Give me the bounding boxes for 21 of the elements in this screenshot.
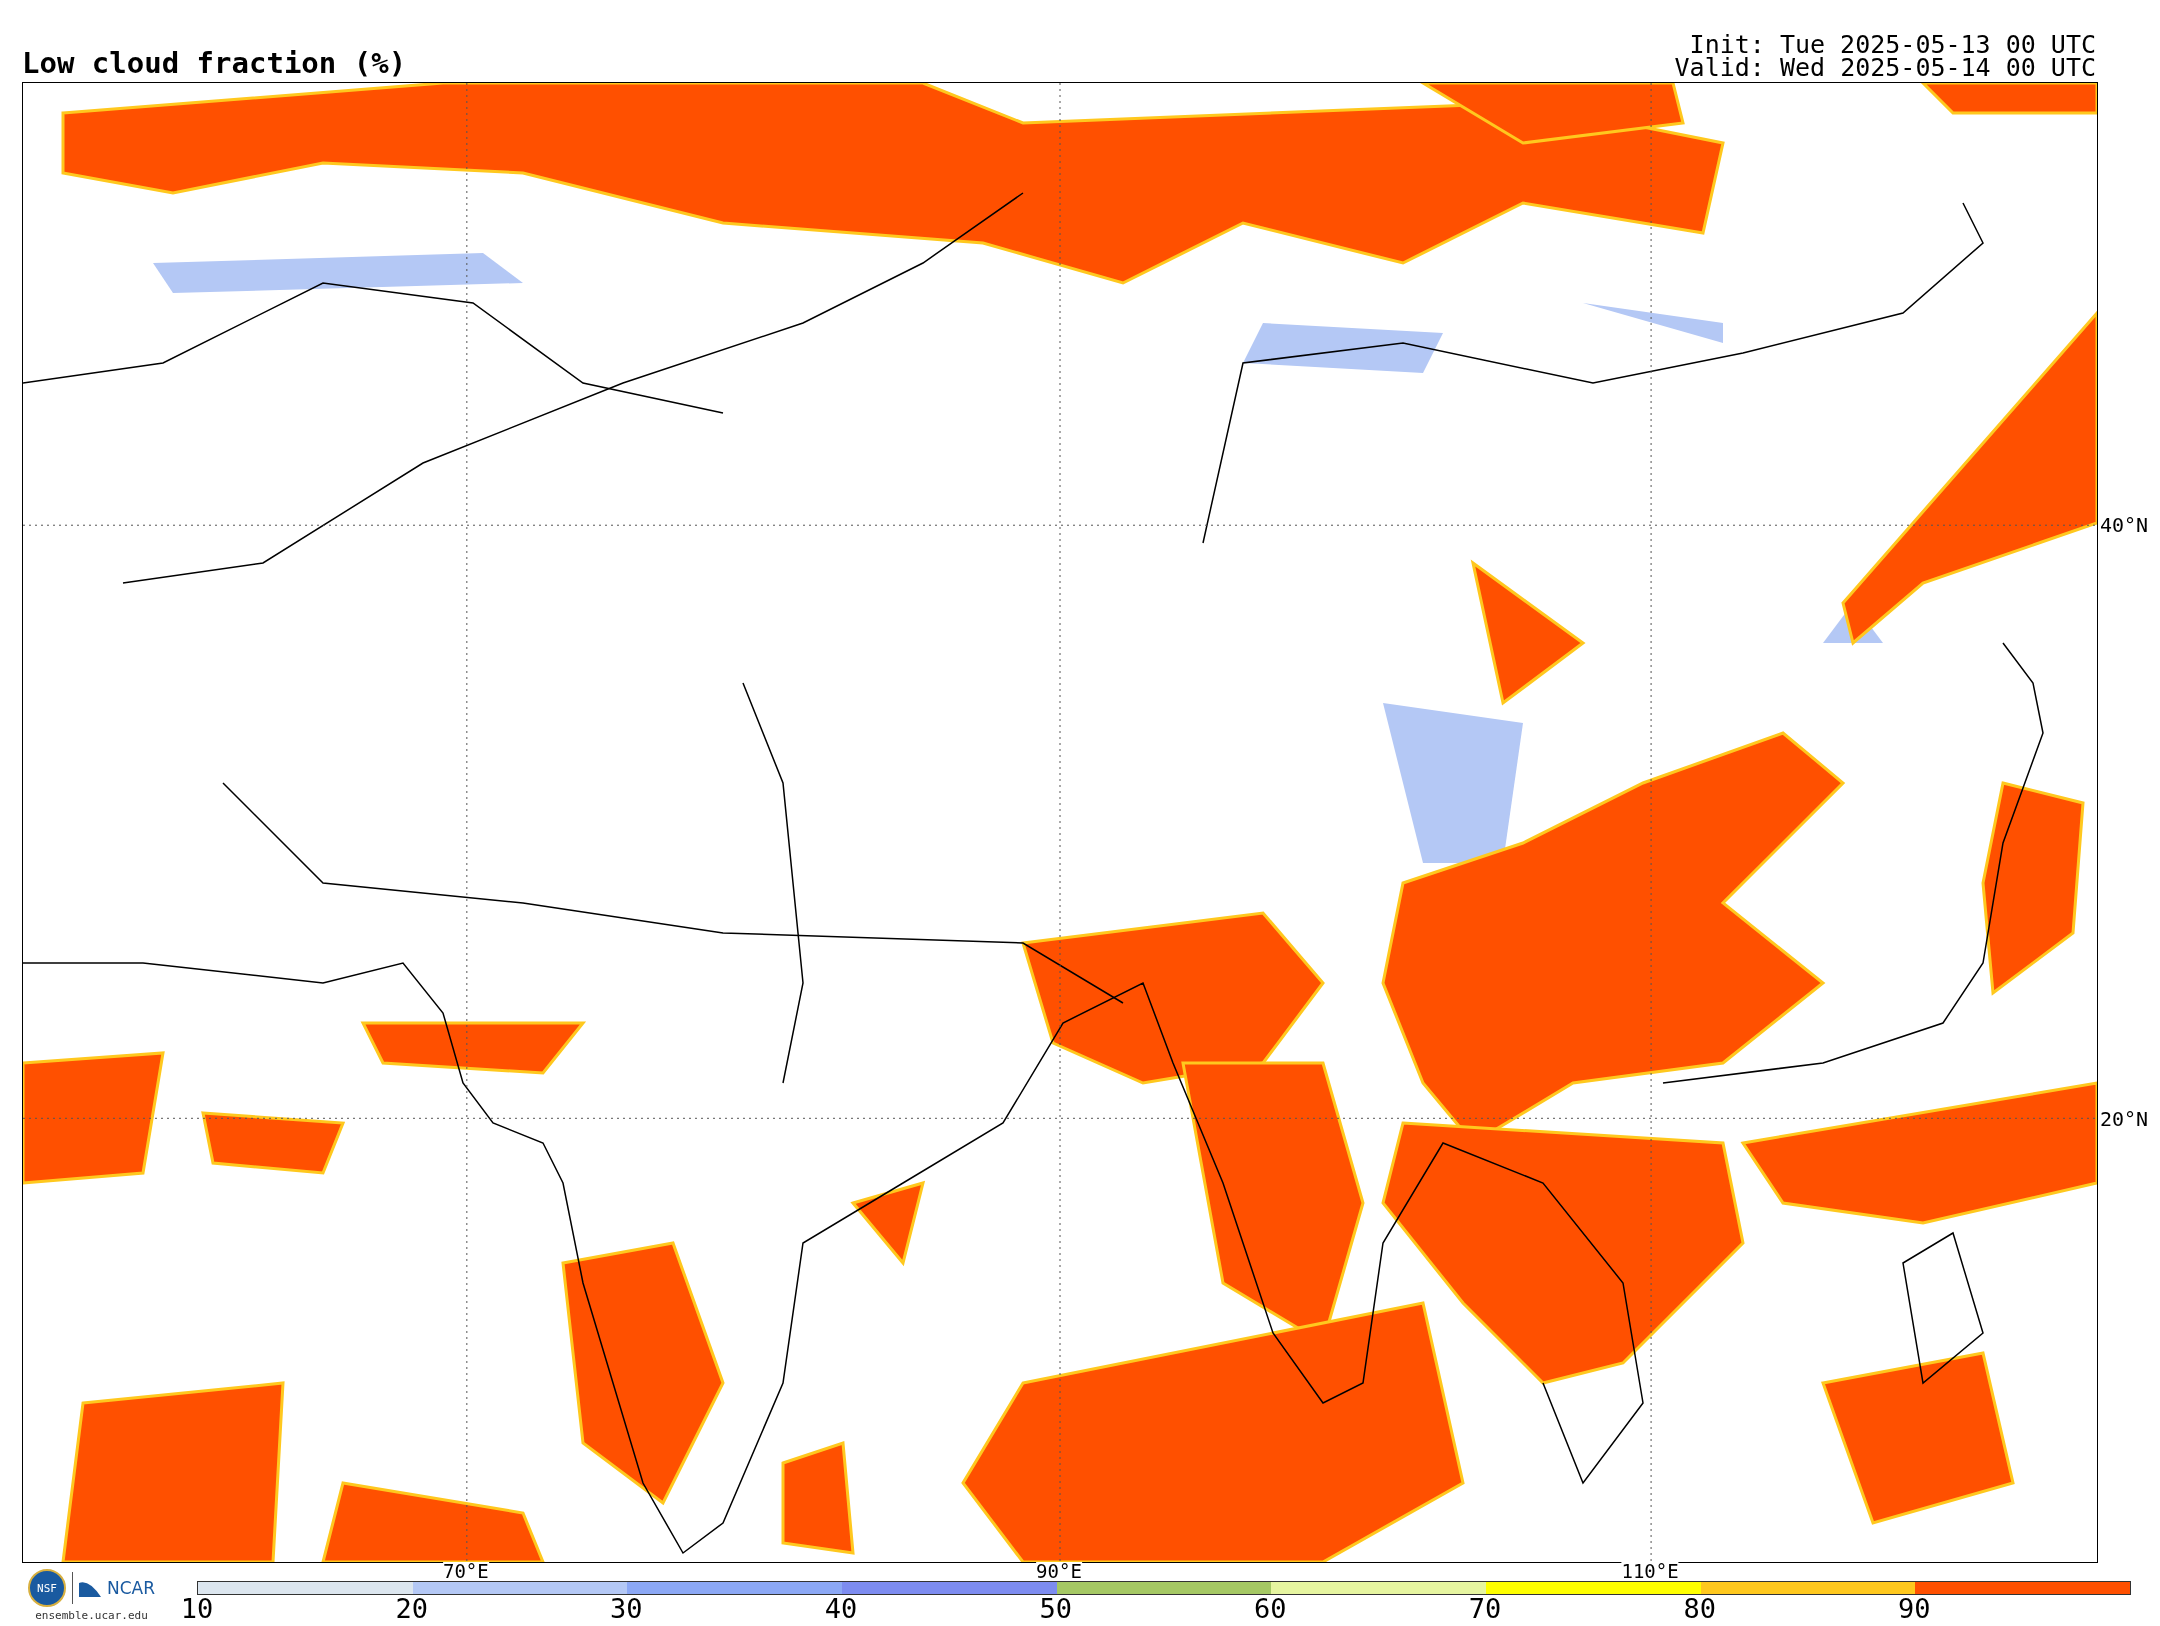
colorbar-tick-label: 10 <box>180 1595 214 1622</box>
longitude-label: 90°E <box>1036 1562 1082 1581</box>
nsf-logo-icon: NSF <box>28 1569 66 1607</box>
longitude-label: 70°E <box>442 1562 489 1581</box>
colorbar-tick-label: 30 <box>610 1595 643 1622</box>
colorbar-tick-label: 90 <box>1898 1595 1931 1622</box>
latitude-label: 40°N <box>2100 512 2149 537</box>
logo-text: NCAR <box>107 1578 156 1598</box>
colorbar-tick-label: 40 <box>824 1595 858 1622</box>
ncar-logo-icon <box>79 1579 101 1597</box>
colorbar-tick-label: 20 <box>395 1595 428 1622</box>
latitude-label: 20°N <box>2100 1106 2149 1131</box>
colorbar-tick-label: 80 <box>1683 1595 1716 1622</box>
valid-time: Valid: Wed 2025-05-14 00 UTC <box>1674 56 2096 80</box>
colorbar-tick-label: 70 <box>1468 1595 1502 1622</box>
chart-title: Low cloud fraction (%) <box>22 49 407 78</box>
website-url: ensemble.ucar.edu <box>35 1609 148 1622</box>
colorbar-tick-label: 50 <box>1039 1595 1072 1622</box>
init-time: Init: Tue 2025-05-13 00 UTC <box>1689 32 2096 57</box>
longitude-label: 110°E <box>1621 1562 1679 1581</box>
colorbar-tick-label: 60 <box>1254 1595 1287 1622</box>
